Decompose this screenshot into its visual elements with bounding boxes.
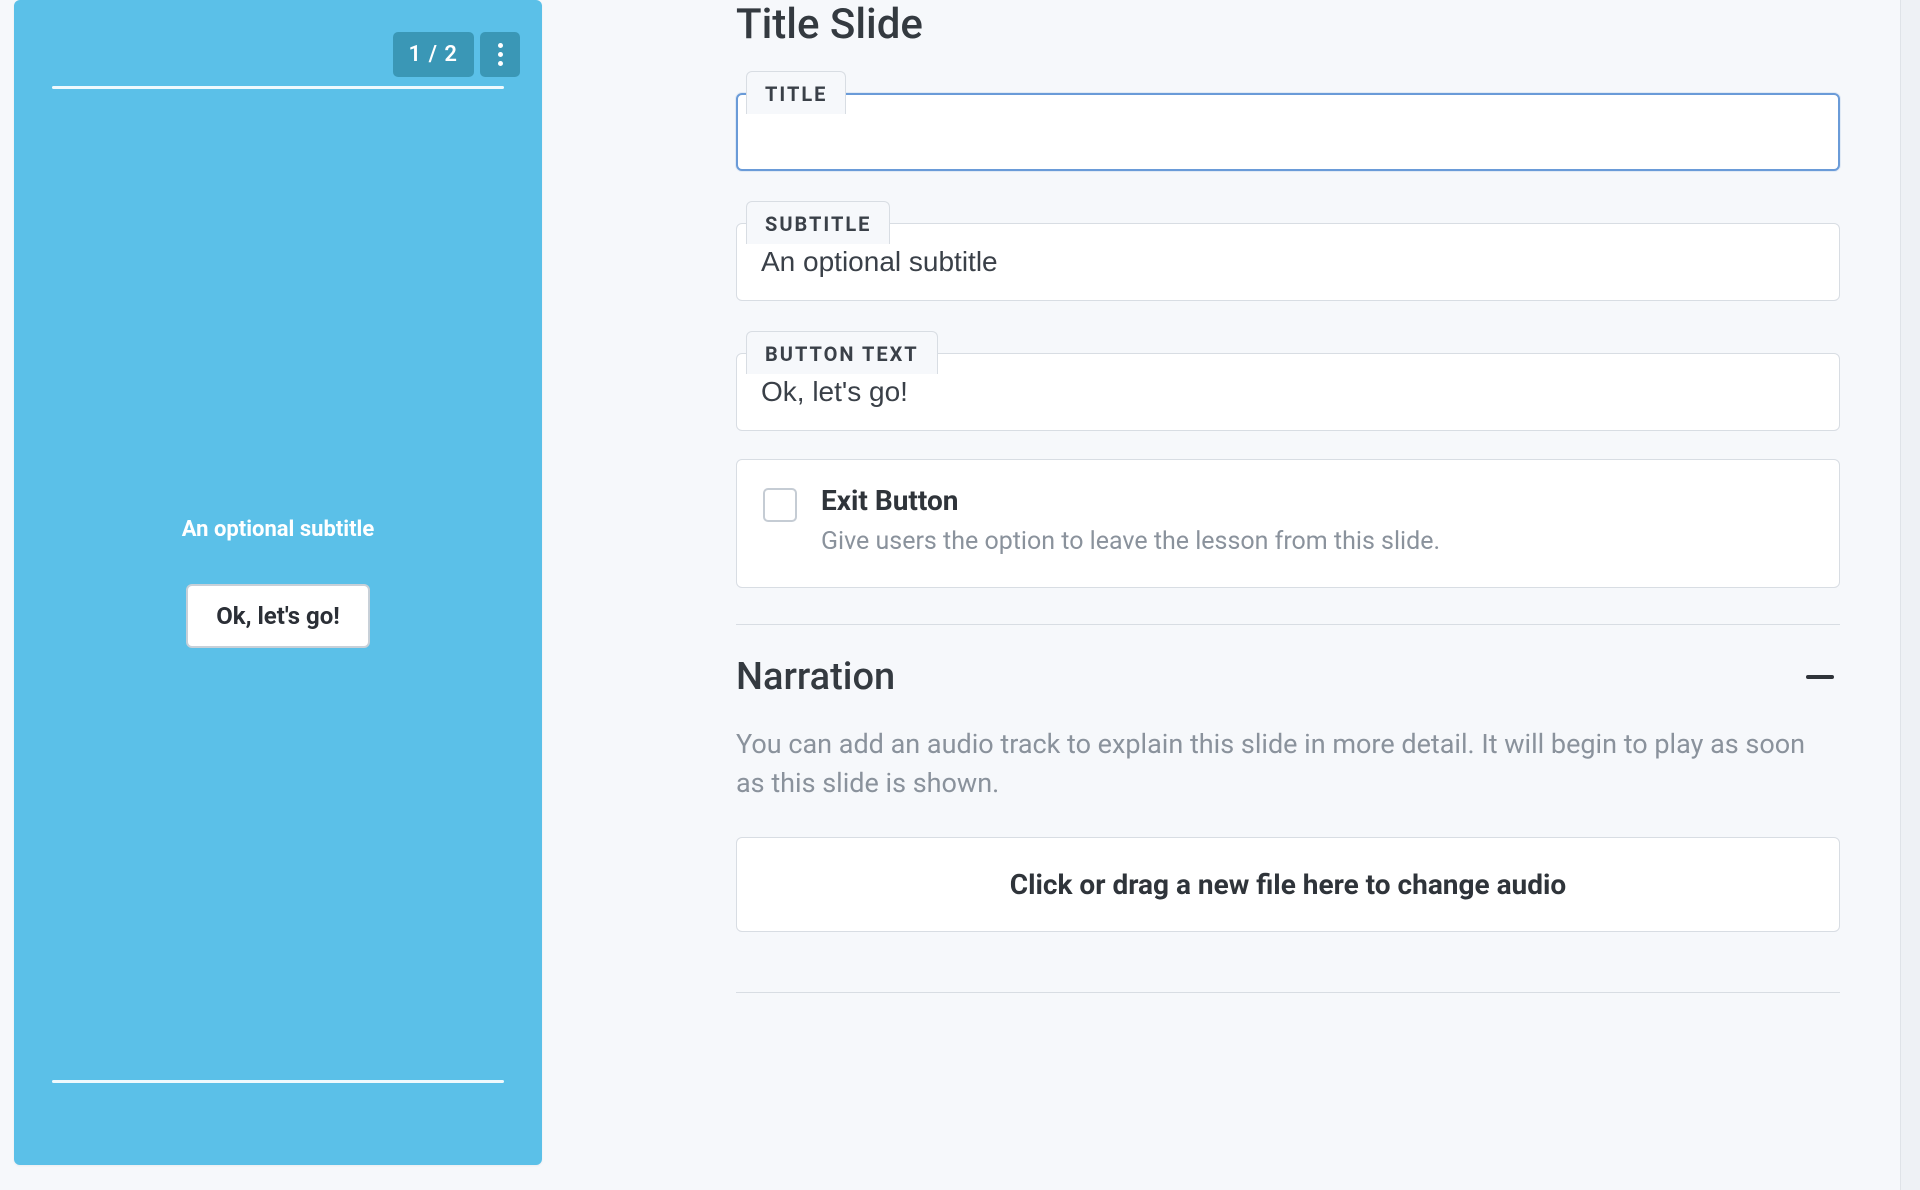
exit-button-checkbox[interactable] [763, 488, 797, 522]
narration-header: Narration [736, 655, 1840, 699]
preview-subtitle-text: An optional subtitle [182, 517, 375, 542]
field-button-text: BUTTON TEXT [736, 353, 1840, 431]
scrollbar[interactable] [1900, 0, 1920, 1190]
preview-column: 1 / 2 An optional subtitle Ok, let's go! [0, 0, 556, 1190]
section-divider-2 [736, 992, 1840, 993]
field-subtitle-label: SUBTITLE [746, 201, 890, 244]
exit-button-texts: Exit Button Give users the option to lea… [821, 484, 1813, 559]
field-title-label: TITLE [746, 71, 846, 114]
exit-button-description: Give users the option to leave the lesso… [821, 525, 1813, 559]
narration-collapse-button[interactable] [1800, 669, 1840, 685]
field-title: TITLE [736, 93, 1840, 171]
minus-icon [1806, 675, 1834, 679]
title-input[interactable] [736, 93, 1840, 171]
field-subtitle: SUBTITLE [736, 223, 1840, 301]
preview-content: An optional subtitle Ok, let's go! [14, 0, 542, 1165]
narration-description: You can add an audio track to explain th… [736, 725, 1816, 803]
section-divider [736, 624, 1840, 625]
exit-button-title: Exit Button [821, 484, 1813, 517]
exit-button-card: Exit Button Give users the option to lea… [736, 459, 1840, 588]
field-button-text-label: BUTTON TEXT [746, 331, 938, 374]
preview-bottom-rule [52, 1080, 504, 1083]
preview-cta-button: Ok, let's go! [186, 584, 370, 648]
panel-heading: Title Slide [736, 0, 1840, 49]
editor-form-column: Title Slide TITLE SUBTITLE BUTTON TEXT E… [556, 0, 1900, 1190]
narration-heading: Narration [736, 655, 895, 699]
audio-dropzone[interactable]: Click or drag a new file here to change … [736, 837, 1840, 932]
subtitle-input[interactable] [736, 223, 1840, 301]
slide-preview: 1 / 2 An optional subtitle Ok, let's go! [14, 0, 542, 1165]
